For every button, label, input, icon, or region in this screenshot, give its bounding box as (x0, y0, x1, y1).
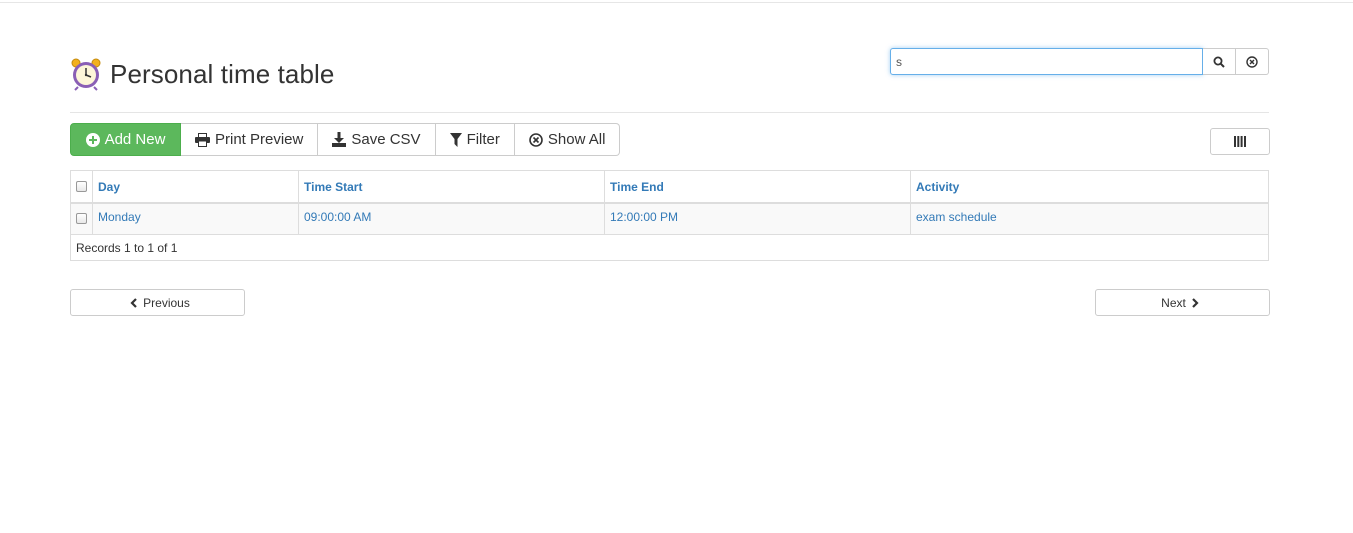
chevron-right-icon (1192, 297, 1199, 308)
day-link[interactable]: Monday (98, 210, 141, 224)
page-title: Personal time table (110, 58, 335, 89)
header-time-end: Time End (605, 171, 911, 202)
cell-day: Monday (93, 204, 299, 234)
time-start-link[interactable]: 09:00:00 AM (304, 210, 371, 224)
header-time-start: Time Start (299, 171, 605, 202)
search-input[interactable] (890, 48, 1203, 75)
previous-label: Previous (143, 295, 190, 310)
save-csv-button[interactable]: Save CSV (318, 123, 436, 156)
clear-search-button[interactable] (1236, 48, 1269, 75)
time-end-link[interactable]: 12:00:00 PM (610, 210, 678, 224)
sort-activity-link[interactable]: Activity (916, 180, 959, 194)
header-day: Day (93, 171, 299, 202)
row-select-cell (71, 204, 93, 234)
previous-button[interactable]: Previous (70, 289, 245, 316)
sort-day-link[interactable]: Day (98, 180, 120, 194)
page-header: Personal time table (70, 56, 334, 92)
table-row: Monday 09:00:00 AM 12:00:00 PM exam sche… (71, 204, 1268, 234)
column-toggle-button[interactable] (1210, 128, 1270, 155)
top-rule (0, 2, 1353, 3)
sort-time-start-link[interactable]: Time Start (304, 180, 362, 194)
timetable-grid: Day Time Start Time End Activity Monday … (70, 170, 1269, 261)
next-label: Next (1161, 295, 1186, 310)
add-new-label: Add New (104, 131, 166, 148)
table-header-row: Day Time Start Time End Activity (71, 171, 1268, 204)
toolbar: Add New Print Preview Save CSV Filter Sh… (70, 123, 621, 156)
next-button[interactable]: Next (1095, 289, 1270, 316)
cell-time-start: 09:00:00 AM (299, 204, 605, 234)
print-preview-label: Print Preview (215, 131, 304, 148)
print-icon (195, 132, 210, 147)
columns-icon (1234, 136, 1246, 147)
search-bar (890, 48, 1269, 75)
save-csv-label: Save CSV (351, 131, 421, 148)
download-icon (332, 132, 347, 147)
search-button[interactable] (1203, 48, 1236, 75)
add-new-button[interactable]: Add New (70, 123, 181, 156)
header-activity: Activity (911, 171, 1268, 202)
cell-activity: exam schedule (911, 204, 1268, 234)
header-divider (70, 112, 1269, 113)
clear-circle-icon (529, 132, 543, 147)
clear-circle-icon (1246, 55, 1258, 68)
alarm-clock-icon (70, 57, 102, 91)
filter-label: Filter (466, 131, 500, 148)
search-icon (1213, 56, 1225, 68)
sort-time-end-link[interactable]: Time End (610, 180, 664, 194)
row-checkbox[interactable] (76, 213, 87, 224)
filter-button[interactable]: Filter (435, 123, 515, 156)
show-all-label: Show All (547, 131, 606, 148)
select-all-checkbox[interactable] (76, 181, 87, 192)
plus-circle-icon (85, 132, 100, 147)
select-all-cell (71, 171, 93, 202)
activity-link[interactable]: exam schedule (916, 210, 997, 224)
records-count: Records 1 to 1 of 1 (71, 234, 1268, 260)
cell-time-end: 12:00:00 PM (605, 204, 911, 234)
show-all-button[interactable]: Show All (514, 123, 621, 156)
print-preview-button[interactable]: Print Preview (181, 123, 319, 156)
filter-icon (449, 132, 462, 147)
chevron-left-icon (130, 297, 137, 308)
